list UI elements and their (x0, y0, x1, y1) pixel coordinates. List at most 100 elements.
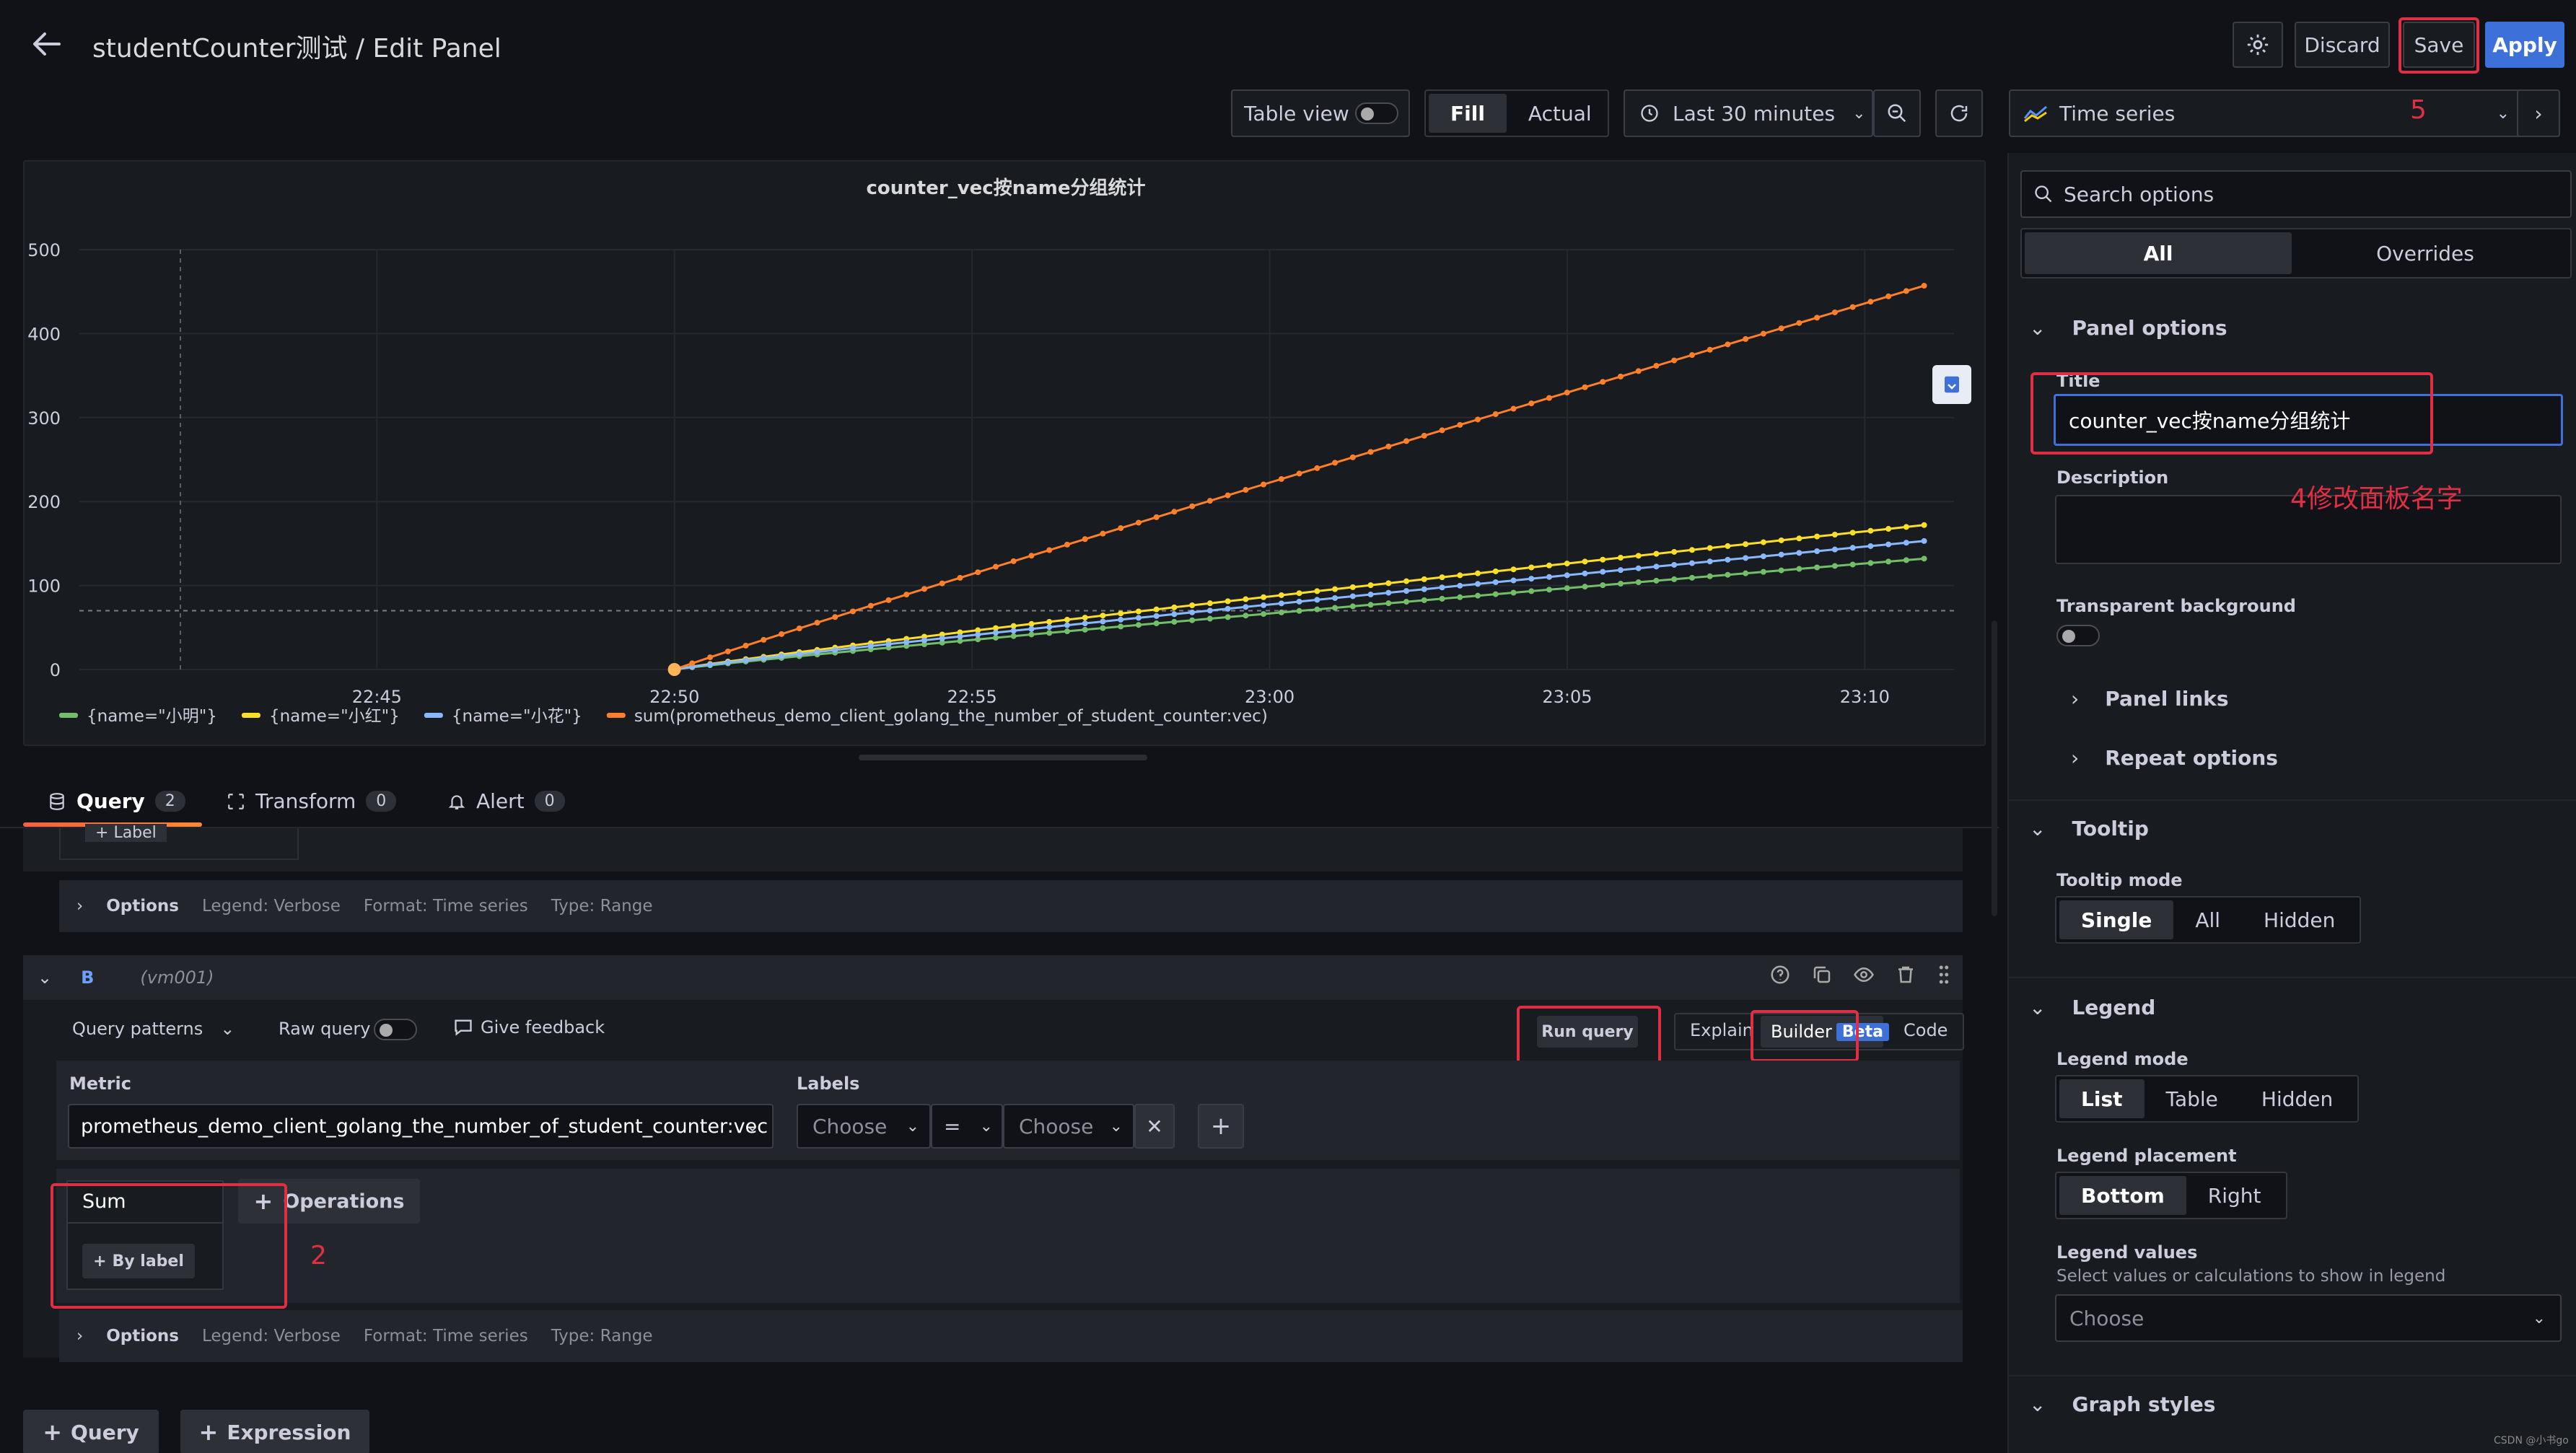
legend-values-select[interactable]: Choose ⌄ (2055, 1294, 2562, 1342)
legend-mode-group[interactable]: List Table Hidden (2055, 1075, 2360, 1123)
label-name-select[interactable]: Choose ⌄ (797, 1104, 931, 1149)
query-b-letter: B (81, 967, 95, 988)
zoom-out-button[interactable] (1873, 89, 1921, 137)
label-op-select[interactable]: = ⌄ (931, 1104, 1003, 1149)
y-tick-label: 200 (27, 492, 61, 512)
search-options-input[interactable]: Search options (2020, 170, 2572, 218)
tooltip-mode-group[interactable]: Single All Hidden (2055, 896, 2362, 944)
transparent-bg-switch[interactable] (2056, 625, 2100, 646)
actual-option[interactable]: Actual (1507, 94, 1613, 133)
all-option[interactable]: All (2025, 232, 2292, 274)
time-series-chart[interactable]: 0 100 200 300 400 500 22:45 22:50 22:55 23:00 23:0… (23, 160, 1986, 746)
query-b-header[interactable]: ⌄ B (vm001) (23, 955, 1963, 1000)
eye-icon[interactable] (1853, 964, 1875, 986)
overrides-option[interactable]: Overrides (2292, 232, 2559, 274)
query-b-header-actions (1769, 964, 1951, 986)
query-b-options: Options (106, 1327, 179, 1346)
raw-query-switch[interactable] (374, 1019, 417, 1040)
label-value-select[interactable]: Choose ⌄ (1003, 1104, 1134, 1149)
legend-placement-bottom[interactable]: Bottom (2059, 1176, 2186, 1215)
repeat-options-header[interactable]: › Repeat options (2071, 746, 2278, 770)
transform-icon (228, 793, 244, 809)
time-range-picker[interactable]: Last 30 minutes ⌄ (1624, 89, 1873, 137)
settings-gear-icon[interactable] (2233, 22, 2283, 68)
duplicate-icon[interactable] (1811, 964, 1833, 986)
legend-placement-right[interactable]: Right (2186, 1176, 2283, 1215)
series-point (1564, 585, 1570, 592)
collapse-options-button[interactable]: › (2517, 89, 2560, 137)
tooltip-mode-single[interactable]: Single (2059, 900, 2174, 939)
tooltip-mode-all[interactable]: All (2173, 900, 2242, 939)
tooltip-mode-hidden[interactable]: Hidden (2242, 900, 2357, 939)
chevron-down-icon: ⌄ (2029, 996, 2046, 1019)
table-view-switch[interactable] (1355, 102, 1398, 124)
drag-handle-icon[interactable] (1937, 964, 1951, 986)
options-filter-toggle[interactable]: All Overrides (2020, 228, 2572, 278)
tab-transform[interactable]: Transform 0 (227, 789, 397, 813)
add-label-filter-button[interactable]: + (1198, 1104, 1244, 1149)
series-point (1707, 346, 1713, 353)
legend-mode-table[interactable]: Table (2145, 1079, 2240, 1118)
code-mode-option[interactable]: Code (1903, 1020, 1948, 1040)
back-arrow-icon[interactable] (30, 27, 63, 61)
series-point (1028, 625, 1035, 632)
tab-query[interactable]: Query 2 (48, 789, 185, 813)
tooltip-header[interactable]: ⌄ Tooltip (2029, 817, 2149, 840)
series-point (1421, 576, 1427, 582)
series-point (1189, 503, 1196, 509)
series-point (1903, 540, 1909, 546)
legend-mode-list[interactable]: List (2059, 1079, 2145, 1118)
series-point (1135, 615, 1142, 621)
series-point (1707, 545, 1713, 551)
refresh-button[interactable] (1935, 89, 1983, 137)
legend-swatch (59, 713, 78, 718)
series-point (1492, 568, 1499, 574)
chevron-down-icon: ⌄ (2532, 1309, 2546, 1327)
legend-label: Legend (2072, 996, 2156, 1019)
chevron-down-icon: ⌄ (745, 1117, 759, 1136)
add-label-button[interactable]: + Label (85, 824, 167, 842)
chart-resize-handle[interactable] (859, 755, 1147, 760)
help-icon[interactable] (1769, 964, 1791, 986)
visualization-picker[interactable]: Time series ⌄ (2009, 89, 2528, 137)
series-point (742, 642, 749, 649)
discard-button[interactable]: Discard (2295, 22, 2390, 68)
metric-select[interactable]: prometheus_demo_client_golang_the_number… (68, 1104, 774, 1149)
remove-label-button[interactable]: ✕ (1134, 1104, 1175, 1149)
table-view-toggle[interactable]: Table view (1231, 89, 1410, 137)
add-expression-button[interactable]: + Expression (180, 1410, 369, 1453)
series-point (1635, 565, 1642, 571)
apply-button[interactable]: Apply (2485, 22, 2564, 68)
tab-alert[interactable]: Alert 0 (447, 789, 565, 813)
pane-splitter[interactable] (1992, 620, 1997, 916)
legend-mode-hidden[interactable]: Hidden (2240, 1079, 2354, 1118)
explain-toggle[interactable]: Explain (1690, 1020, 1753, 1040)
query-b-options-row[interactable]: › Options Legend: Verbose Format: Time s… (59, 1310, 1963, 1362)
series-point (1225, 614, 1231, 620)
trash-icon[interactable] (1895, 964, 1916, 986)
collapse-chevron-icon[interactable]: ⌄ (38, 967, 52, 988)
panel-options-header[interactable]: ⌄ Panel options (2029, 316, 2227, 340)
series-point (1725, 341, 1731, 348)
query-patterns-dropdown[interactable]: Query patterns ⌄ (72, 1019, 235, 1039)
legend-placement-group[interactable]: Bottom Right (2055, 1172, 2287, 1219)
panel-links-header[interactable]: › Panel links (2071, 687, 2229, 711)
raw-query-toggle[interactable]: Raw query (279, 1019, 370, 1039)
fill-actual-toggle[interactable]: Fill Actual (1424, 89, 1609, 137)
series-point (1528, 564, 1535, 571)
annotation-box-builder (1751, 1010, 1859, 1062)
series-point (1314, 465, 1320, 471)
series-point (796, 625, 802, 632)
chevron-down-icon: ⌄ (906, 1117, 919, 1136)
give-feedback-link[interactable]: Give feedback (453, 1017, 605, 1037)
series-point (1778, 551, 1784, 558)
chevron-down-icon: ⌄ (1109, 1117, 1123, 1136)
add-query-button[interactable]: + Query (23, 1410, 159, 1453)
x-tick-label: 23:10 (1840, 687, 1890, 707)
query-a-options-row[interactable]: › Options Legend: Verbose Format: Time s… (59, 880, 1963, 932)
series-point (1385, 589, 1392, 596)
fill-option[interactable]: Fill (1429, 94, 1507, 133)
graph-styles-header[interactable]: ⌄ Graph styles (2029, 1392, 2215, 1416)
legend-swatch (606, 713, 626, 718)
legend-header[interactable]: ⌄ Legend (2029, 996, 2155, 1019)
